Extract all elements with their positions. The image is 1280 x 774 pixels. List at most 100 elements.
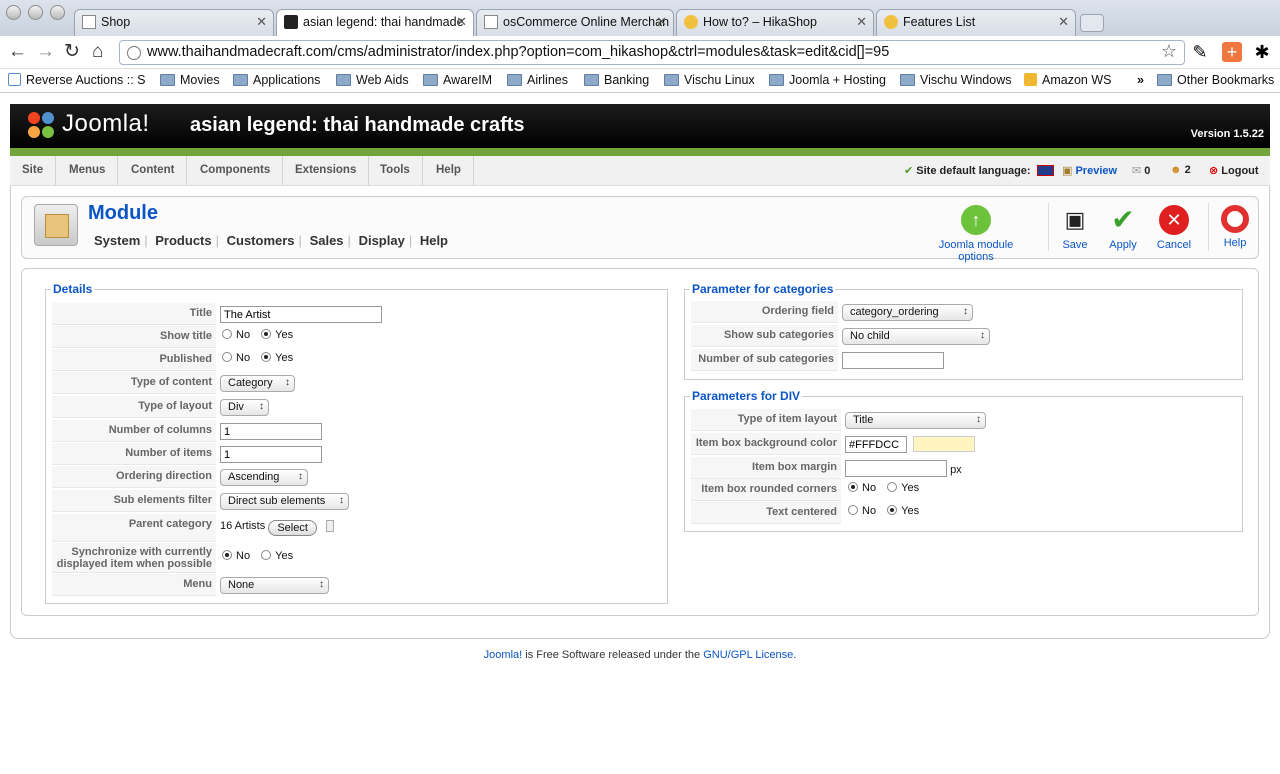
- reload-icon[interactable]: ↻: [64, 40, 80, 64]
- items-input[interactable]: [220, 446, 322, 463]
- submenu-products[interactable]: Products: [153, 233, 213, 248]
- bookmark-folder[interactable]: Joomla + Hosting: [769, 73, 886, 87]
- color-swatch[interactable]: [913, 436, 976, 452]
- tab-oscommerce[interactable]: osCommerce Online Merchan ✕: [476, 9, 674, 36]
- number-sub-categories-input[interactable]: [842, 352, 944, 369]
- type-content-select[interactable]: Category: [220, 375, 295, 392]
- back-icon[interactable]: ←: [8, 40, 27, 64]
- tab-close-icon[interactable]: ✕: [256, 14, 267, 30]
- button-label: Save: [1062, 239, 1088, 251]
- rounded-corners-no-radio[interactable]: [848, 482, 858, 492]
- bookmark-folder[interactable]: Airlines: [507, 73, 568, 87]
- new-tab-button[interactable]: [1080, 14, 1104, 32]
- sub-filter-select[interactable]: Direct sub elements: [220, 493, 349, 510]
- submenu-sales[interactable]: Sales: [308, 233, 346, 248]
- text-centered-yes-radio[interactable]: [887, 505, 898, 515]
- window-close-button[interactable]: [6, 5, 21, 20]
- messages-status[interactable]: ✉ 0: [1132, 164, 1150, 177]
- joomla-logo-icon: [28, 112, 54, 138]
- settings-wrench-icon[interactable]: ✱: [1252, 42, 1272, 62]
- toolbar-separator: [1208, 203, 1209, 251]
- home-icon[interactable]: ⌂: [92, 40, 103, 64]
- show-title-no-radio[interactable]: [222, 329, 232, 339]
- submenu-customers[interactable]: Customers: [225, 233, 297, 248]
- submenu-system[interactable]: System: [92, 233, 142, 248]
- footer-end: .: [793, 649, 797, 661]
- bookmark-folder[interactable]: Movies: [160, 73, 220, 87]
- tab-close-icon[interactable]: ✕: [1058, 14, 1069, 30]
- background-color-input[interactable]: [845, 436, 907, 453]
- synchronize-no-radio[interactable]: [222, 550, 232, 560]
- ordering-direction-select[interactable]: Ascending: [220, 469, 308, 486]
- tab-close-icon[interactable]: ✕: [656, 14, 667, 30]
- menu-content[interactable]: Content: [119, 156, 188, 185]
- forward-icon[interactable]: →: [36, 40, 55, 64]
- other-bookmarks-folder[interactable]: Other Bookmarks: [1157, 73, 1274, 87]
- submenu-help[interactable]: Help: [418, 233, 450, 248]
- parent-category-value: 16 Artists Select: [220, 514, 334, 536]
- bookmark-folder[interactable]: Web Aids: [336, 73, 409, 87]
- submenu-separator: |: [408, 233, 413, 248]
- extension-plus-icon[interactable]: +: [1222, 42, 1242, 62]
- menu-extensions[interactable]: Extensions: [283, 156, 370, 185]
- bookmark-folder[interactable]: Banking: [584, 73, 649, 87]
- logout-link[interactable]: ⊗ Logout: [1209, 164, 1259, 177]
- gpl-license-link[interactable]: GNU/GPL License: [703, 649, 793, 661]
- menu-components[interactable]: Components: [188, 156, 284, 185]
- bookmark-folder[interactable]: AwareIM: [423, 73, 492, 87]
- help-button[interactable]: Help: [1220, 205, 1250, 249]
- bookmark-folder[interactable]: Vischu Windows: [900, 73, 1011, 87]
- menu-menus[interactable]: Menus: [57, 156, 119, 185]
- parent-category-label: Parent category: [52, 514, 216, 542]
- bookmark-item[interactable]: Reverse Auctions :: S: [8, 73, 146, 87]
- wrench-tool-icon[interactable]: ✎: [1190, 42, 1210, 62]
- apply-button[interactable]: ✔ Apply: [1108, 205, 1138, 252]
- submenu-display[interactable]: Display: [357, 233, 407, 248]
- menu-help[interactable]: Help: [424, 156, 474, 185]
- bookmark-folder[interactable]: Applications: [233, 73, 320, 87]
- menu-select[interactable]: None: [220, 577, 329, 594]
- preview-link[interactable]: ▣ Preview: [1062, 164, 1117, 177]
- show-title-radios: No Yes: [222, 326, 293, 348]
- columns-input[interactable]: [220, 423, 322, 440]
- bookmarks-bar: Reverse Auctions :: S Movies Application…: [0, 69, 1280, 93]
- bookmarks-overflow-button[interactable]: »: [1137, 73, 1144, 87]
- menu-site[interactable]: Site: [10, 156, 57, 185]
- synchronize-yes-radio[interactable]: [261, 550, 272, 560]
- cancel-button[interactable]: ✕ Cancel: [1156, 205, 1192, 251]
- radio-label: No: [862, 482, 877, 494]
- tab-joomla-active[interactable]: asian legend: thai handmade ✕: [276, 9, 474, 36]
- bookmark-folder[interactable]: Vischu Linux: [664, 73, 755, 87]
- select-category-button[interactable]: Select: [268, 520, 317, 536]
- save-button[interactable]: ▣ Save: [1060, 205, 1090, 251]
- tab-hikashop-howto[interactable]: How to? – HikaShop ✕: [676, 9, 874, 36]
- published-no-radio[interactable]: [222, 352, 232, 362]
- text-centered-no-radio[interactable]: [848, 505, 858, 515]
- joomla-link[interactable]: Joomla!: [484, 649, 523, 661]
- button-label: Joomla module options: [938, 239, 1014, 263]
- address-bar[interactable]: www.thaihandmadecraft.com/cms/administra…: [119, 40, 1185, 65]
- window-zoom-button[interactable]: [50, 5, 65, 20]
- show-title-yes-radio[interactable]: [261, 329, 272, 339]
- menu-tools[interactable]: Tools: [368, 156, 423, 185]
- module-options-button[interactable]: ↑ Joomla module options: [920, 205, 1032, 263]
- type-layout-label: Type of layout: [52, 396, 216, 418]
- type-layout-select[interactable]: Div: [220, 399, 269, 416]
- title-input[interactable]: [220, 306, 382, 323]
- tab-close-icon[interactable]: ✕: [856, 14, 867, 30]
- tab-features-list[interactable]: Features List ✕: [876, 9, 1076, 36]
- item-layout-label: Type of item layout: [691, 409, 841, 431]
- rounded-corners-yes-radio[interactable]: [887, 482, 898, 492]
- published-yes-radio[interactable]: [261, 352, 272, 362]
- tab-shop[interactable]: Shop ✕: [74, 9, 274, 36]
- item-margin-input[interactable]: [845, 460, 947, 477]
- bookmark-item[interactable]: Amazon WS: [1024, 73, 1111, 87]
- item-layout-select[interactable]: Title: [845, 412, 986, 429]
- window-minimize-button[interactable]: [28, 5, 43, 20]
- show-sub-categories-select[interactable]: No child: [842, 328, 990, 345]
- users-status[interactable]: ☻ 2: [1170, 164, 1191, 176]
- bookmark-star-icon[interactable]: ☆: [1161, 41, 1177, 62]
- ordering-field-select[interactable]: category_ordering: [842, 304, 973, 321]
- ordering-field-label: Ordering field: [691, 301, 838, 323]
- tab-close-icon[interactable]: ✕: [456, 14, 467, 30]
